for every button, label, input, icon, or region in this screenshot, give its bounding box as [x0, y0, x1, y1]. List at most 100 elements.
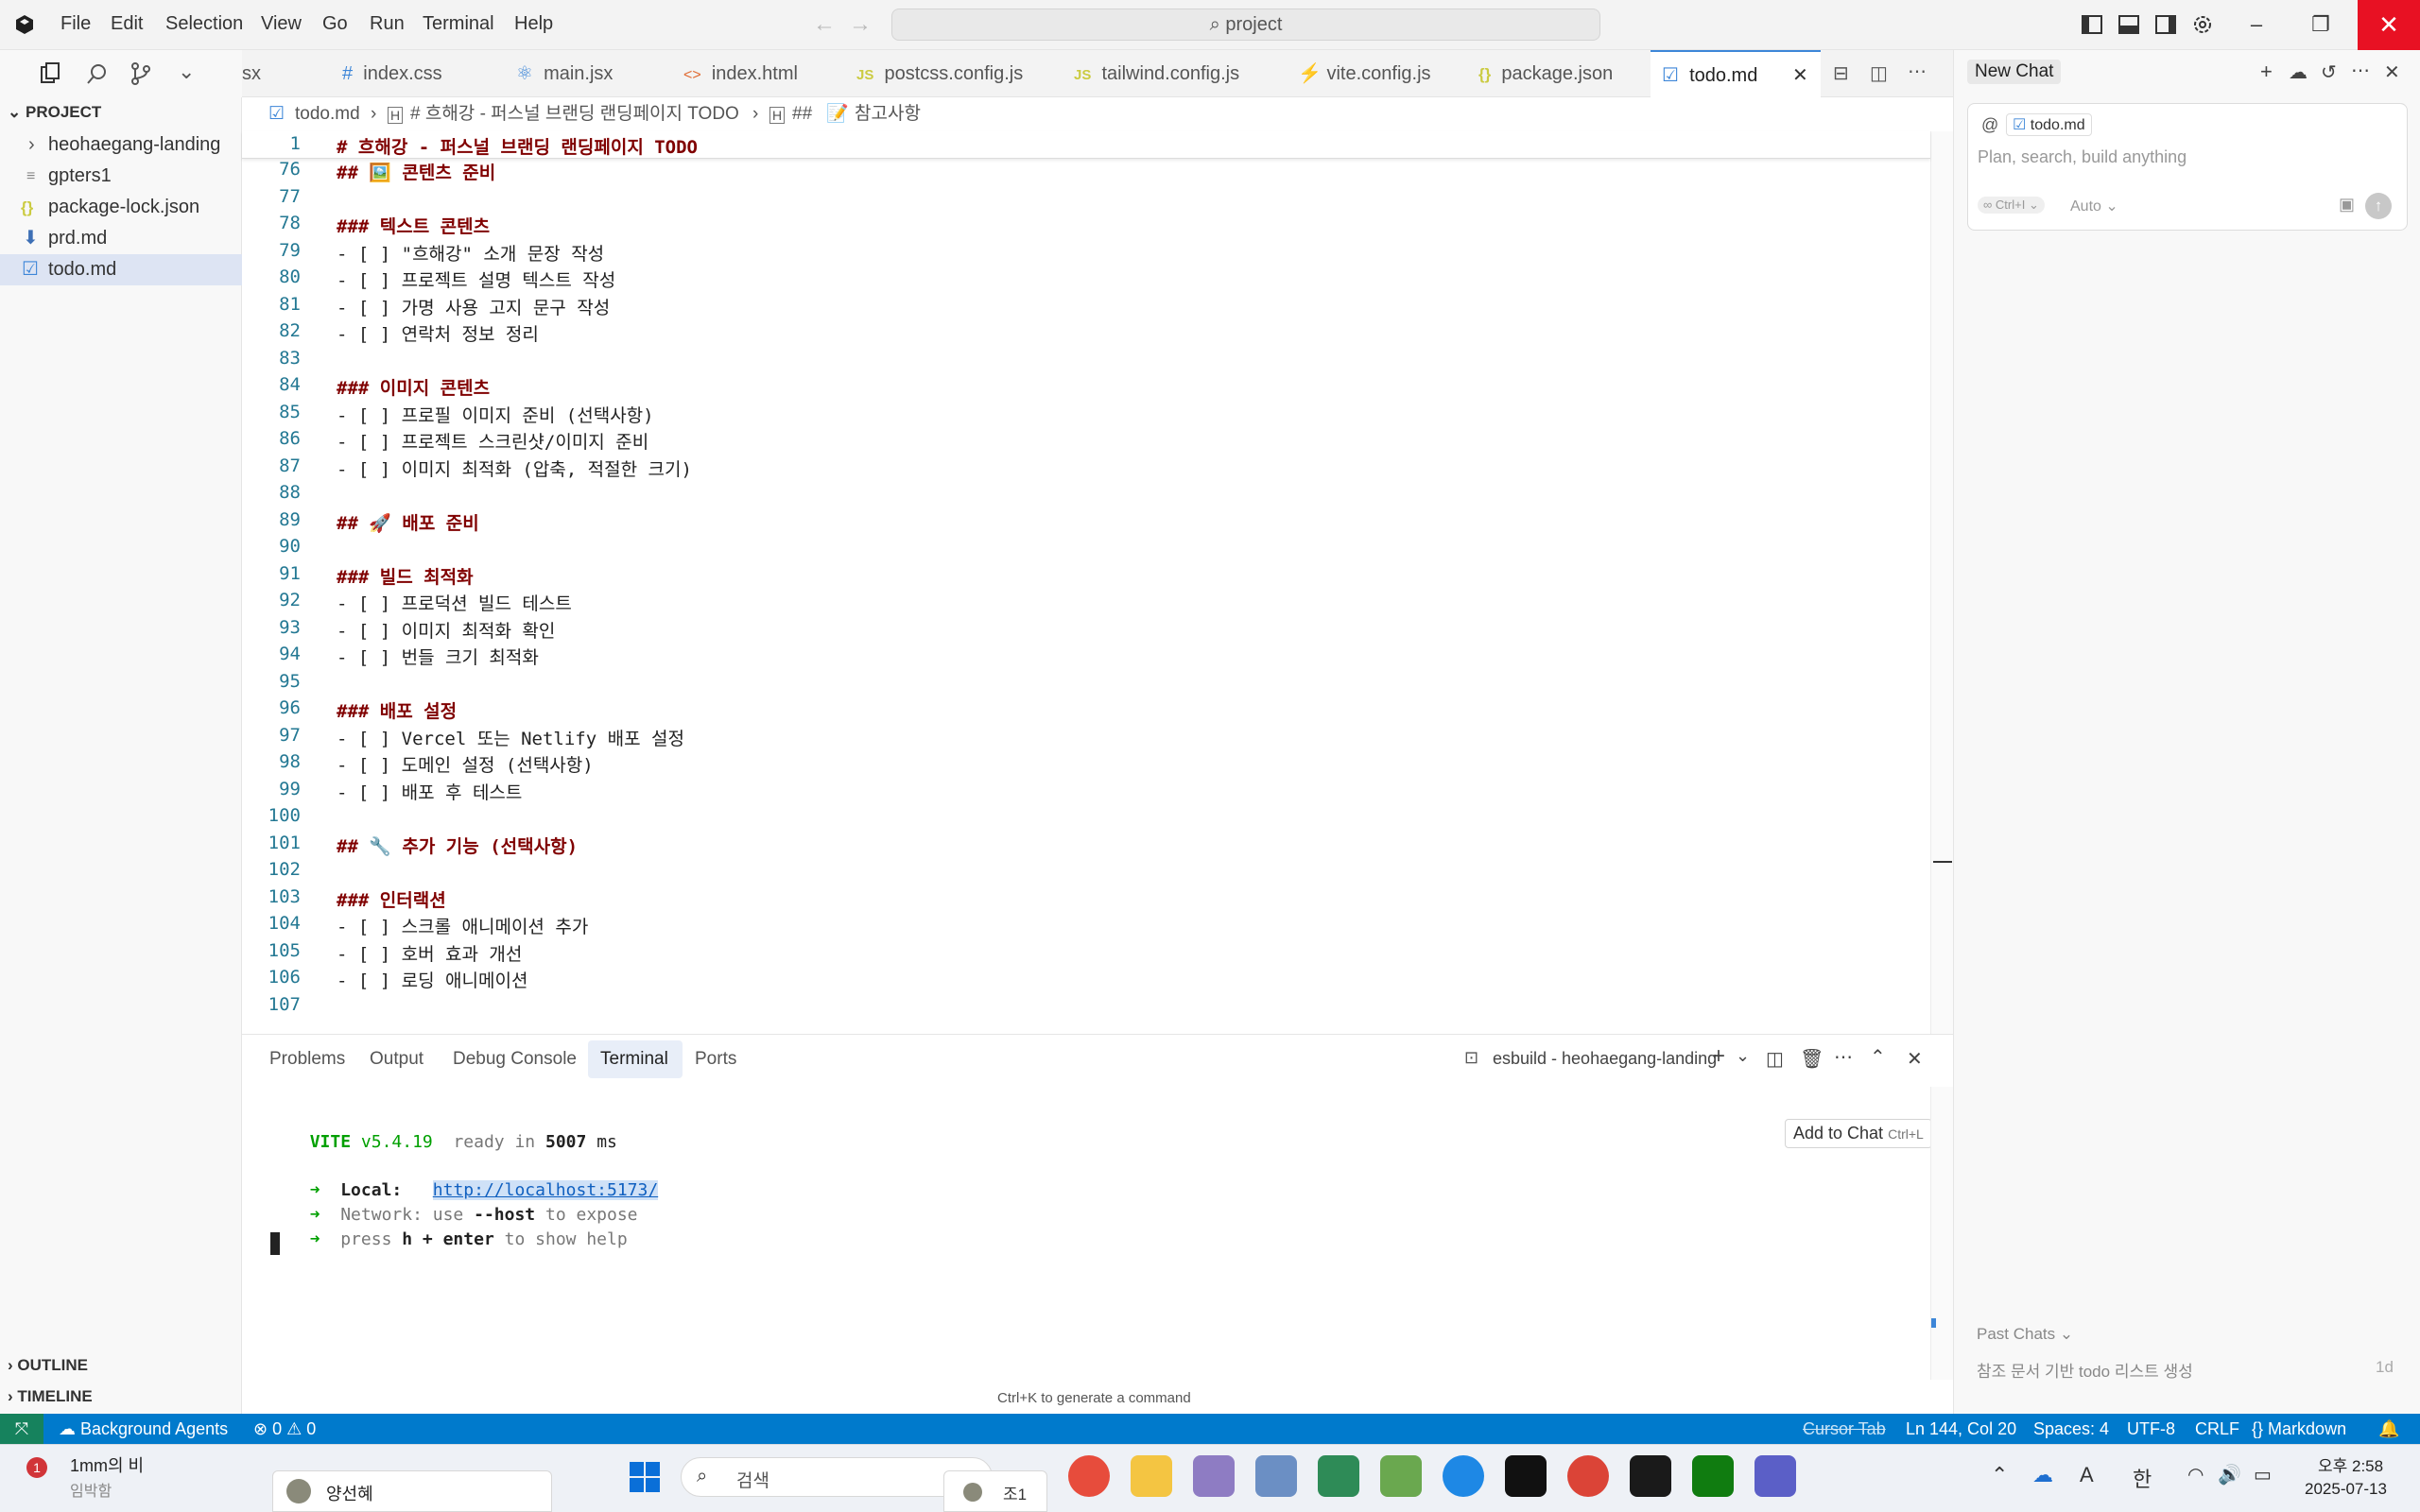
- image-icon[interactable]: ▣: [2339, 195, 2355, 215]
- ime-indicator[interactable]: 한: [2133, 1463, 2152, 1493]
- tab-vite-config[interactable]: ⚡ vite.config.js: [1298, 50, 1468, 97]
- tree-item-prd-md[interactable]: ⬇ prd.md: [0, 223, 242, 254]
- timeline-section-header[interactable]: › TIMELINE: [8, 1387, 93, 1406]
- breadcrumb-heading-3[interactable]: 참고사항: [855, 97, 921, 131]
- tab-index-css[interactable]: # index.css: [342, 50, 512, 97]
- toggle-panel-icon[interactable]: [2117, 12, 2141, 37]
- close-panel-icon[interactable]: ✕: [1907, 1047, 1923, 1071]
- chevron-down-icon[interactable]: ⌄: [178, 60, 195, 84]
- excel-icon[interactable]: [1692, 1455, 1734, 1497]
- app-icon[interactable]: [1380, 1455, 1422, 1497]
- font-icon[interactable]: A: [2080, 1463, 2094, 1487]
- explorer-icon[interactable]: [38, 61, 62, 86]
- breadcrumb-heading-1[interactable]: # 흐해강 - 퍼스널 브랜딩 랜딩페이지 TODO: [410, 97, 739, 131]
- breadcrumb-file[interactable]: todo.md: [295, 97, 360, 131]
- menu-selection[interactable]: Selection: [165, 13, 243, 35]
- more-actions-icon[interactable]: ⋯: [2351, 59, 2370, 82]
- menu-run[interactable]: Run: [370, 13, 405, 35]
- app-icon[interactable]: [1318, 1455, 1359, 1497]
- teams-icon[interactable]: [1754, 1455, 1796, 1497]
- window-close-icon[interactable]: ✕: [2358, 0, 2420, 50]
- toggle-sidebar-icon[interactable]: [2080, 12, 2104, 37]
- minimize-icon[interactable]: –: [2236, 9, 2277, 40]
- bell-icon[interactable]: 🔔: [2378, 1414, 2399, 1444]
- clock-date[interactable]: 2025-07-13: [2305, 1480, 2387, 1499]
- panel-tab-terminal[interactable]: Terminal: [600, 1049, 668, 1070]
- tab-sx[interactable]: sx: [242, 50, 299, 97]
- sticky-scroll-header[interactable]: 1 # 흐해강 - 퍼스널 브랜딩 랜딩페이지 TODO: [242, 131, 1930, 159]
- editor-scrollbar[interactable]: [1930, 131, 1953, 1034]
- more-actions-icon[interactable]: ⋯: [1908, 60, 1927, 83]
- language-mode[interactable]: {} Markdown: [2252, 1414, 2346, 1444]
- chevron-up-icon[interactable]: ⌃: [1991, 1463, 2008, 1487]
- open-preview-icon[interactable]: ⊟: [1833, 61, 1849, 85]
- chrome-app-icon[interactable]: [1068, 1455, 1110, 1497]
- search-icon[interactable]: [85, 61, 110, 86]
- chat-input-box[interactable]: @ ☑ todo.md Plan, search, build anything…: [1967, 103, 2408, 231]
- tab-index-html[interactable]: <> index.html: [683, 50, 844, 97]
- tree-item-gpters1[interactable]: ≡ gpters1: [0, 161, 242, 192]
- editor-lines[interactable]: 76 ## 🖼️ 콘텐츠 준비 77 78 ### 텍스트 콘텐츠 79 - [ ] "흐해…: [242, 159, 1930, 1034]
- past-chats-header[interactable]: Past Chats ⌄: [1977, 1325, 2073, 1344]
- maximize-panel-icon[interactable]: ⌃: [1870, 1045, 1886, 1069]
- breadcrumb-heading-2[interactable]: ##: [792, 97, 812, 131]
- forward-arrow-icon[interactable]: →: [849, 11, 872, 38]
- menu-edit[interactable]: Edit: [111, 13, 143, 35]
- cursor-tab-status[interactable]: Cursor Tab: [1803, 1414, 1886, 1444]
- indentation[interactable]: Spaces: 4: [2033, 1414, 2109, 1444]
- taskbar-window-preview[interactable]: 양선혜: [272, 1470, 552, 1512]
- chat-tab-new-chat[interactable]: New Chat: [1967, 60, 2062, 84]
- menu-view[interactable]: View: [261, 13, 302, 35]
- past-chat-item[interactable]: 참조 문서 기반 todo 리스트 생성: [1977, 1358, 2193, 1382]
- menu-file[interactable]: File: [60, 13, 91, 35]
- line-ending[interactable]: CRLF: [2195, 1414, 2239, 1444]
- panel-tab-output[interactable]: Output: [370, 1049, 424, 1070]
- command-center-search[interactable]: ⌕ project: [891, 9, 1600, 41]
- project-section-header[interactable]: ⌄ PROJECT: [8, 103, 101, 122]
- tree-item-todo-md[interactable]: ☑ todo.md: [0, 254, 242, 285]
- add-to-chat-tooltip[interactable]: Add to Chat Ctrl+L: [1785, 1119, 1932, 1148]
- remote-indicator[interactable]: ⤧: [0, 1414, 43, 1444]
- back-arrow-icon[interactable]: ←: [813, 11, 836, 38]
- tab-postcss-config[interactable]: JS postcss.config.js: [856, 50, 1055, 97]
- copilot-icon[interactable]: [1193, 1455, 1235, 1497]
- chrome-app-icon[interactable]: [1567, 1455, 1609, 1497]
- file-explorer-icon[interactable]: [1131, 1455, 1172, 1497]
- new-terminal-icon[interactable]: +: [1712, 1043, 1725, 1070]
- tab-tailwind-config[interactable]: JS tailwind.config.js: [1074, 50, 1282, 97]
- restore-icon[interactable]: ❐: [2300, 9, 2342, 40]
- edge-icon[interactable]: [1443, 1455, 1484, 1497]
- tab-package-json[interactable]: {} package.json: [1478, 50, 1639, 97]
- mode-selector[interactable]: ∞ Ctrl+I ⌄: [1978, 197, 2045, 214]
- history-icon[interactable]: ↺: [2321, 60, 2337, 84]
- menu-help[interactable]: Help: [514, 13, 553, 35]
- menu-go[interactable]: Go: [322, 13, 348, 35]
- more-actions-icon[interactable]: ⋯: [1834, 1045, 1853, 1069]
- toggle-secondary-sidebar-icon[interactable]: [2153, 12, 2178, 37]
- context-chip[interactable]: ☑ todo.md: [2006, 113, 2092, 136]
- panel-tab-problems[interactable]: Problems: [269, 1049, 345, 1070]
- weather-title[interactable]: 1mm의 비: [70, 1452, 144, 1477]
- plus-icon[interactable]: +: [2260, 60, 2273, 84]
- terminal-name[interactable]: esbuild - heohaegang-landing: [1493, 1049, 1717, 1069]
- model-selector[interactable]: Auto ⌄: [2070, 197, 2118, 215]
- tab-main-jsx[interactable]: ⚛ main.jsx: [516, 50, 677, 97]
- cursor-app-icon[interactable]: [1505, 1455, 1547, 1497]
- trash-icon[interactable]: 🗑: [1800, 1047, 1824, 1071]
- at-mention-icon[interactable]: @: [1981, 115, 1998, 135]
- panel-tab-debug-console[interactable]: Debug Console: [453, 1049, 577, 1070]
- outline-section-header[interactable]: › OUTLINE: [8, 1356, 88, 1375]
- encoding[interactable]: UTF-8: [2127, 1414, 2175, 1444]
- menu-terminal[interactable]: Terminal: [423, 13, 494, 35]
- tab-todo-md[interactable]: ☑ todo.md ✕: [1651, 50, 1821, 97]
- source-control-icon[interactable]: [129, 61, 153, 86]
- windows-start-icon[interactable]: [628, 1460, 662, 1494]
- tree-item-package-lock[interactable]: {} package-lock.json: [0, 192, 242, 223]
- split-terminal-icon[interactable]: ◫: [1766, 1047, 1784, 1071]
- problems-indicator[interactable]: ⊗ 0 ⚠ 0: [253, 1414, 316, 1444]
- panel-tab-ports[interactable]: Ports: [695, 1049, 736, 1070]
- taskbar-small-window[interactable]: 조1: [943, 1470, 1047, 1512]
- app-icon[interactable]: [1255, 1455, 1297, 1497]
- wifi-icon[interactable]: ◠: [2187, 1463, 2204, 1486]
- close-icon[interactable]: ✕: [2384, 60, 2400, 84]
